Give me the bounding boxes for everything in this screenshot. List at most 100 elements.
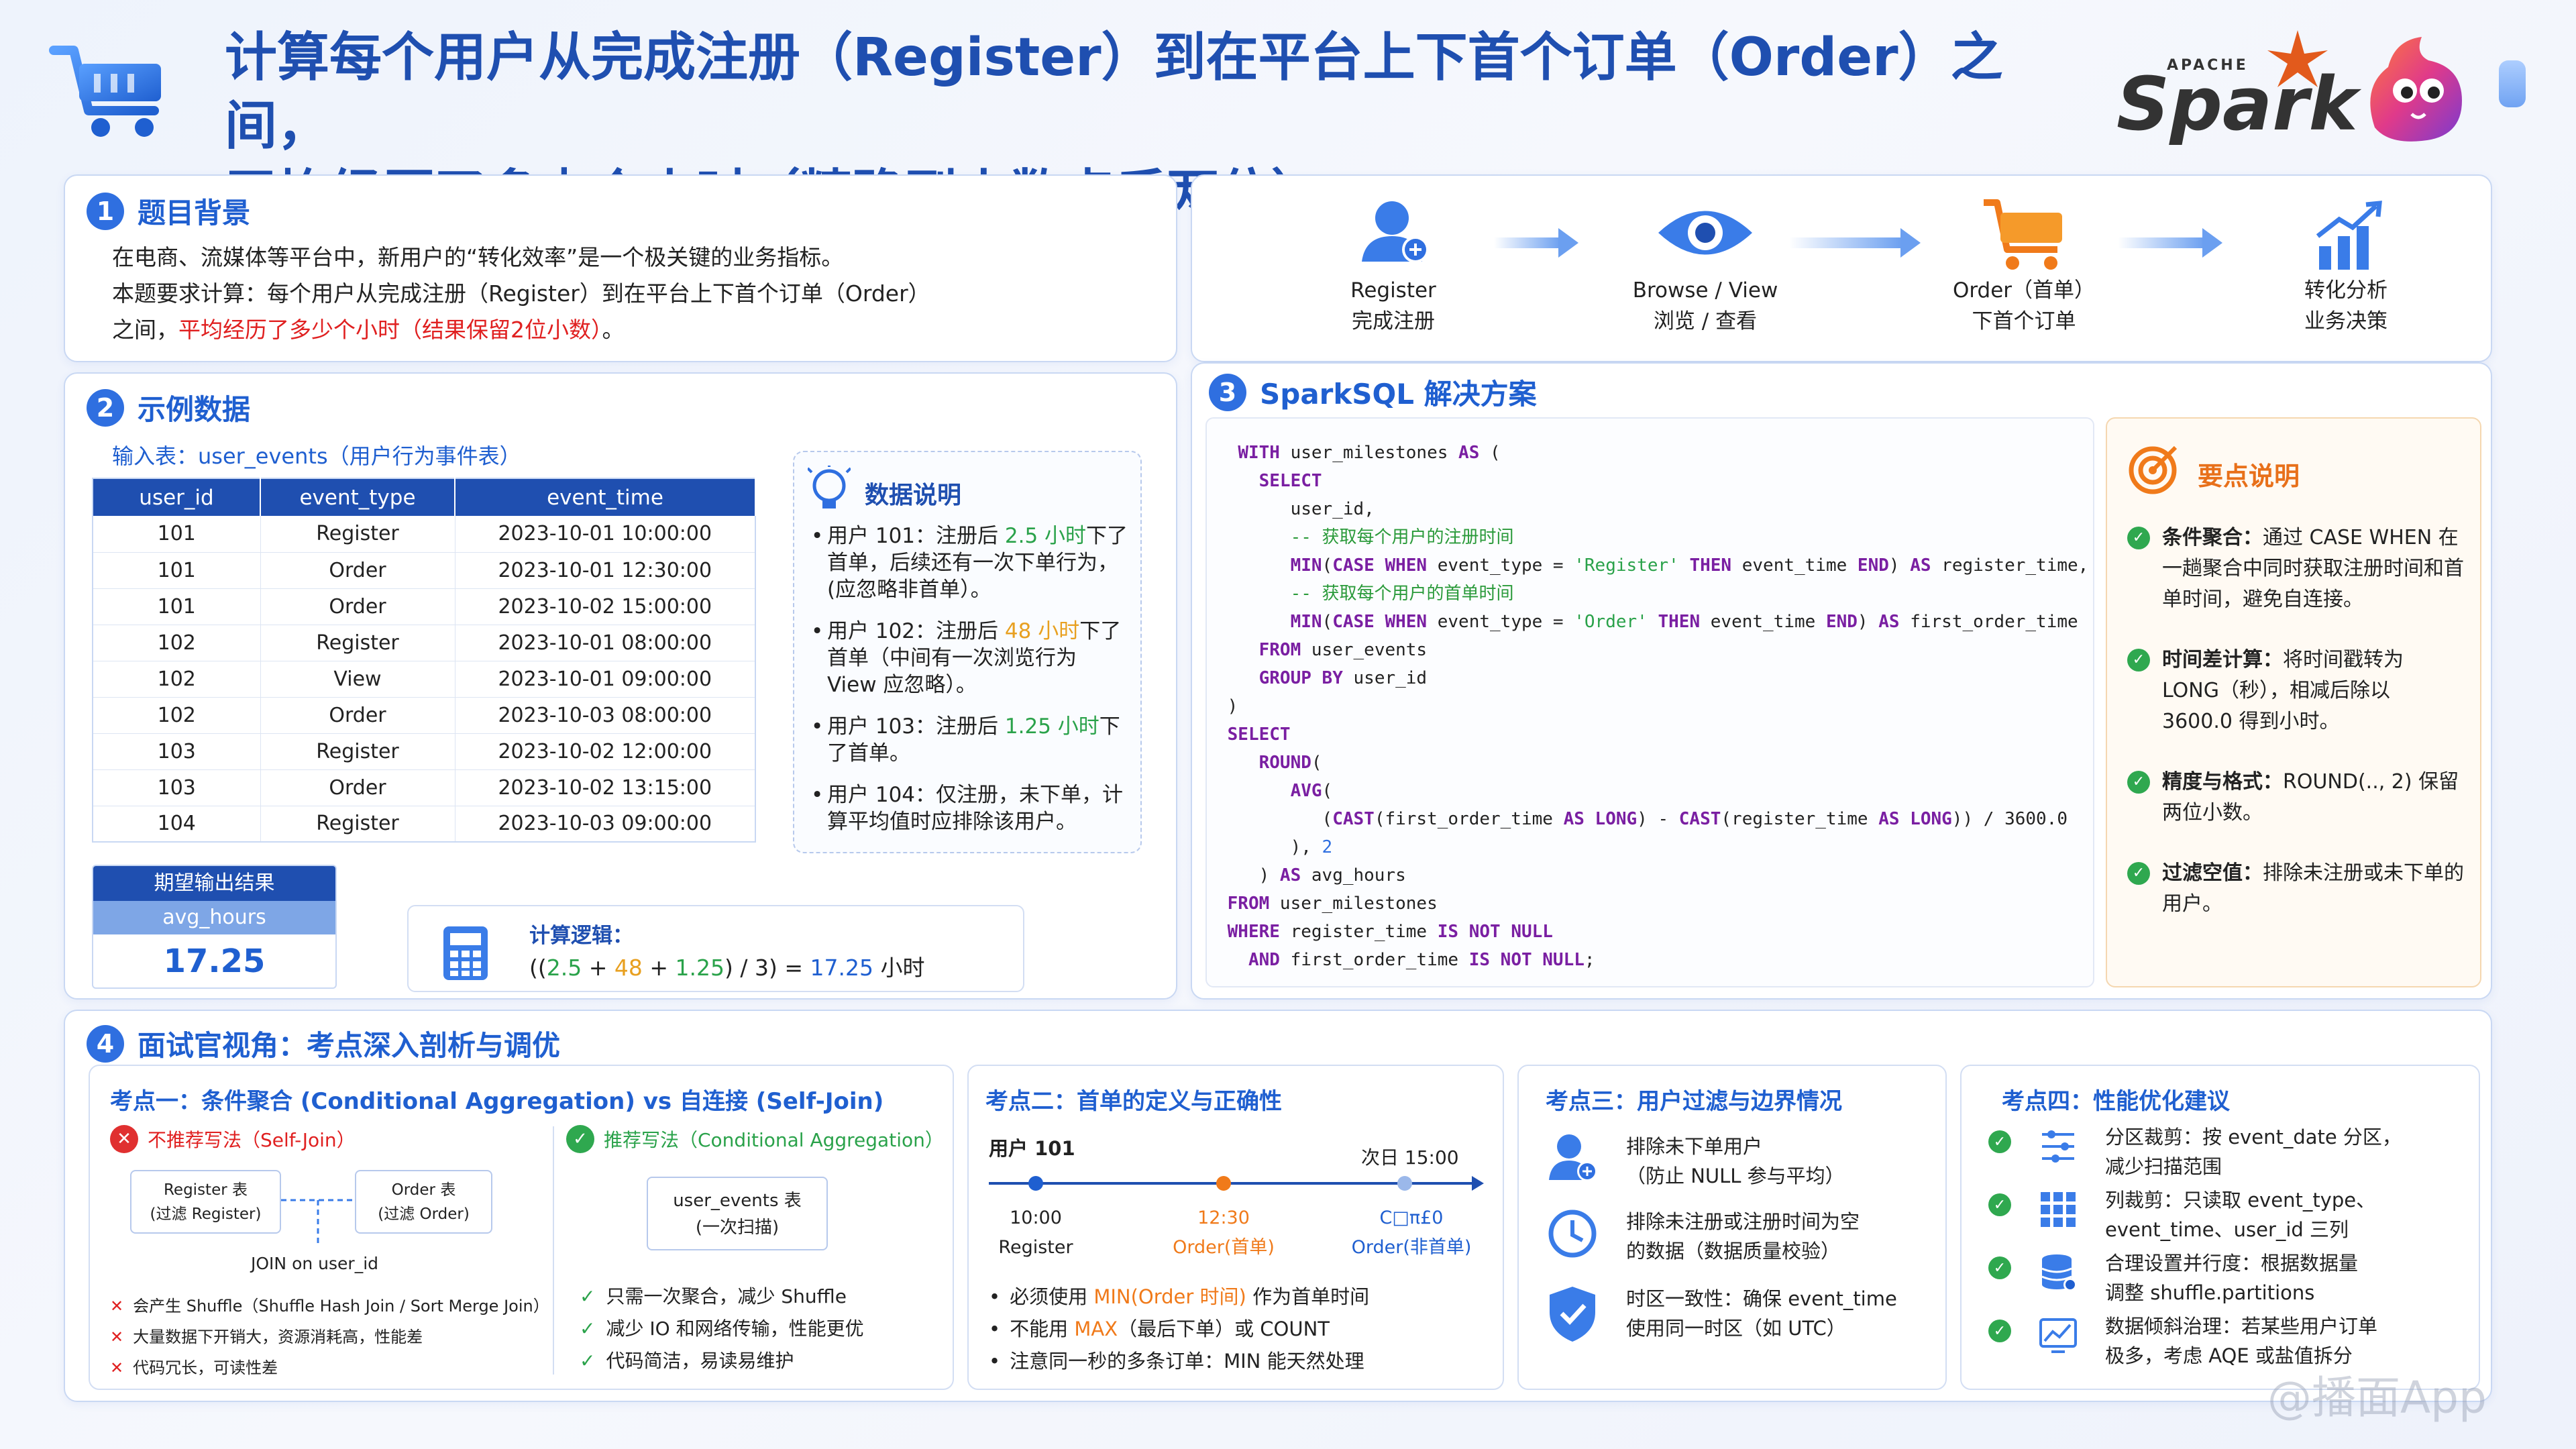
bad-approach: ✕ 不推荐写法（Self-Join） bbox=[110, 1125, 356, 1153]
table-row: 102 Order 2023-10-03 08:00:00 bbox=[93, 697, 756, 734]
sliders-icon bbox=[2042, 1130, 2074, 1163]
user-events-box: user_events 表 (一次扫描) bbox=[647, 1177, 828, 1250]
table-cell: 101 bbox=[93, 516, 261, 553]
table-row: 102 Register 2023-10-01 08:00:00 bbox=[93, 625, 756, 661]
section-title: 示例数据 bbox=[138, 393, 251, 426]
expected-column: avg_hours bbox=[93, 901, 335, 934]
point-3-item-3: 时区一致性：确保 event_time 使用同一时区（如 UTC） bbox=[1626, 1287, 1897, 1340]
bad-point: ✕ 代码冗长，可读性差 bbox=[110, 1358, 278, 1377]
table-row: 101 Order 2023-10-01 12:30:00 bbox=[93, 552, 756, 589]
table-cell: 2023-10-02 12:00:00 bbox=[455, 733, 756, 770]
calc-formula: ((2.5 + 48 + 1.25) / 3) = 17.25 小时 bbox=[529, 955, 925, 981]
cart-logo-icon bbox=[47, 37, 174, 144]
section-sample-data: 2 示例数据 输入表：user_events（用户行为事件表） user_id … bbox=[64, 372, 1177, 1000]
divider bbox=[553, 1126, 554, 1375]
table-cell: Order bbox=[260, 552, 455, 589]
events-table: user_id event_type event_time 101 Registe… bbox=[92, 478, 756, 843]
table-cell: Register bbox=[260, 625, 455, 661]
point-card-2: 考点二：首单的定义与正确性 用户 101 次日 15:00 10:00 Regis… bbox=[967, 1065, 1504, 1390]
check-icon: ✓ bbox=[1988, 1320, 2011, 1342]
point-4-title: 考点四：性能优化建议 bbox=[2002, 1088, 2230, 1115]
calc-title: 计算逻辑： bbox=[529, 924, 633, 948]
join-connector-icon bbox=[281, 1199, 355, 1247]
table-cell: 2023-10-02 13:15:00 bbox=[455, 769, 756, 806]
section-number: 2 bbox=[87, 388, 124, 427]
note-item: • 用户 103：注册后 1.25 小时下了首单。 bbox=[811, 714, 1120, 765]
user-add-icon bbox=[1362, 201, 1429, 263]
order-table-box: Order 表 (过滤 Order) bbox=[355, 1170, 492, 1234]
join-label: JOIN on user_id bbox=[251, 1254, 379, 1273]
table-cell: 103 bbox=[93, 769, 261, 806]
expected-value: 17.25 bbox=[163, 943, 266, 980]
table-cell: 2023-10-01 12:30:00 bbox=[455, 552, 756, 589]
grid-icon bbox=[2041, 1192, 2076, 1227]
flow-panel: Register 完成注册 Browse / View 浏览 / 查看 Order（… bbox=[1191, 174, 2492, 362]
expected-output-box: 期望输出结果 avg_hours 17.25 bbox=[92, 865, 337, 989]
point-card-3: 考点三：用户过滤与边界情况 排除未下单用户 （防止 NULL 参与平均） 排除未… bbox=[1517, 1065, 1947, 1390]
table-cell: 2023-10-02 15:00:00 bbox=[455, 588, 756, 625]
mascot-icon bbox=[2348, 27, 2475, 154]
good-point: ✓ 只需一次聚合，减少 Shuffle bbox=[580, 1285, 847, 1307]
table-cell: 102 bbox=[93, 625, 261, 661]
table-cell: Order bbox=[260, 588, 455, 625]
bad-points-list: ✕ 会产生 Shuffle（Shuffle Hash Join / Sort Me… bbox=[110, 1291, 553, 1383]
notes-title: 数据说明 bbox=[865, 482, 962, 509]
register-table-box: Register 表 (过滤 Register) bbox=[130, 1170, 281, 1234]
key-point-item: ✓ 条件聚合：通过 CASE WHEN 在一趟聚合中同时获取注册时间和首单时间，避… bbox=[2127, 523, 2466, 615]
point-4-item: ✓ 分区裁剪：按 event_date 分区， 减少扫描范围 bbox=[1988, 1126, 2471, 1189]
table-row: 101 Order 2023-10-02 15:00:00 bbox=[93, 588, 756, 625]
section-solution: 3 SparkSQL 解决方案 WITH user_milestones AS … bbox=[1191, 362, 2492, 1000]
point-2-bullet: • 不能用 MAX（最后下单）或 COUNT bbox=[989, 1318, 1330, 1340]
table-cell: View bbox=[260, 661, 455, 698]
table-cell: 102 bbox=[93, 697, 261, 734]
background-line-3: 之间，平均经历了多少个小时（结果保留2位小数）。 bbox=[112, 317, 625, 343]
watermark: @播面App bbox=[2267, 1372, 2487, 1424]
timeline-axis bbox=[989, 1176, 1484, 1191]
table-row: 103 Order 2023-10-02 13:15:00 bbox=[93, 769, 756, 806]
point-3-item-2: 排除未注册或注册时间为空 的数据（数据质量校验） bbox=[1626, 1210, 1860, 1263]
flow-step-register: Register 完成注册 bbox=[1350, 278, 1436, 333]
background-line-1: 在电商、流媒体等平台中，新用户的“转化效率”是一个极关键的业务指标。 bbox=[112, 244, 844, 270]
timeline-point-other-order: C□π£0 Order(非首单) bbox=[1351, 1208, 1472, 1258]
cross-icon: ✕ bbox=[110, 1358, 124, 1377]
col-user-id: user_id bbox=[93, 478, 261, 516]
check-icon: ✓ bbox=[2127, 649, 2150, 672]
point-card-1: 考点一：条件聚合 (Conditional Aggregation) vs 自连… bbox=[89, 1065, 954, 1390]
table-row: 102 View 2023-10-01 09:00:00 bbox=[93, 661, 756, 698]
flow-step-browse: Browse / View 浏览 / 查看 bbox=[1632, 278, 1778, 333]
shield-check-icon bbox=[1550, 1287, 1595, 1342]
point-4-item: ✓ 合理设置并行度：根据数据量 调整 shuffle.partitions bbox=[1988, 1252, 2471, 1316]
table-cell: 2023-10-01 09:00:00 bbox=[455, 661, 756, 698]
check-icon: ✓ bbox=[2127, 771, 2150, 794]
point-2-title: 考点二：首单的定义与正确性 bbox=[985, 1088, 1282, 1115]
calc-logic-box: 计算逻辑： ((2.5 + 48 + 1.25) / 3) = 17.25 小时 bbox=[407, 905, 1024, 992]
good-point: ✓ 减少 IO 和网络传输，性能更优 bbox=[580, 1318, 864, 1340]
side-gem-icon bbox=[2499, 60, 2526, 107]
database-icon bbox=[2041, 1254, 2077, 1291]
point-1-title: 考点一：条件聚合 (Conditional Aggregation) vs 自连… bbox=[110, 1088, 884, 1115]
point-4-item: ✓ 列裁剪：只读取 event_type、 event_time、user_id … bbox=[1988, 1189, 2471, 1252]
check-icon: ✓ bbox=[580, 1350, 596, 1372]
key-point-item: ✓ 时间差计算：将时间戳转为 LONG（秒），相减后除以 3600.0 得到小时。 bbox=[2127, 645, 2466, 737]
table-cell: 2023-10-01 10:00:00 bbox=[455, 516, 756, 553]
expected-title: 期望输出结果 bbox=[93, 866, 335, 901]
point-3-item-1: 排除未下单用户 （防止 NULL 参与平均） bbox=[1626, 1135, 1845, 1187]
table-cell: Register bbox=[260, 806, 455, 843]
section-number: 4 bbox=[87, 1024, 124, 1063]
data-notes-box: 数据说明 • 用户 101：注册后 2.5 小时下了首单，后续还有一次下单行为，(… bbox=[793, 451, 1142, 853]
flow-arrow bbox=[2118, 228, 2222, 258]
bad-point: ✕ 大量数据下开销大，资源消耗高，性能差 bbox=[110, 1328, 423, 1346]
chart-analysis-icon bbox=[2039, 1318, 2077, 1353]
user-add-icon bbox=[1549, 1134, 1597, 1181]
chart-up-icon bbox=[2316, 201, 2382, 270]
point-2-bullets: • 必须使用 MIN(Order 时间) 作为首单时间 • 不能用 MAX（最后下单）… bbox=[989, 1281, 1492, 1377]
clock-icon bbox=[1548, 1210, 1597, 1258]
table-cell: 101 bbox=[93, 552, 261, 589]
note-item: • 用户 102：注册后 48 小时下了首单（中间有一次浏览行为 View 应忽略… bbox=[811, 619, 1122, 697]
timeline-user: 用户 101 bbox=[989, 1137, 1075, 1160]
check-icon: ✓ bbox=[580, 1285, 596, 1307]
table-row: 103 Register 2023-10-02 12:00:00 bbox=[93, 733, 756, 770]
flow-arrow bbox=[1494, 228, 1578, 258]
cross-icon: ✕ bbox=[110, 1125, 138, 1153]
sql-code-block: WITH user_milestones AS ( SELECT user_id… bbox=[1205, 417, 2094, 987]
